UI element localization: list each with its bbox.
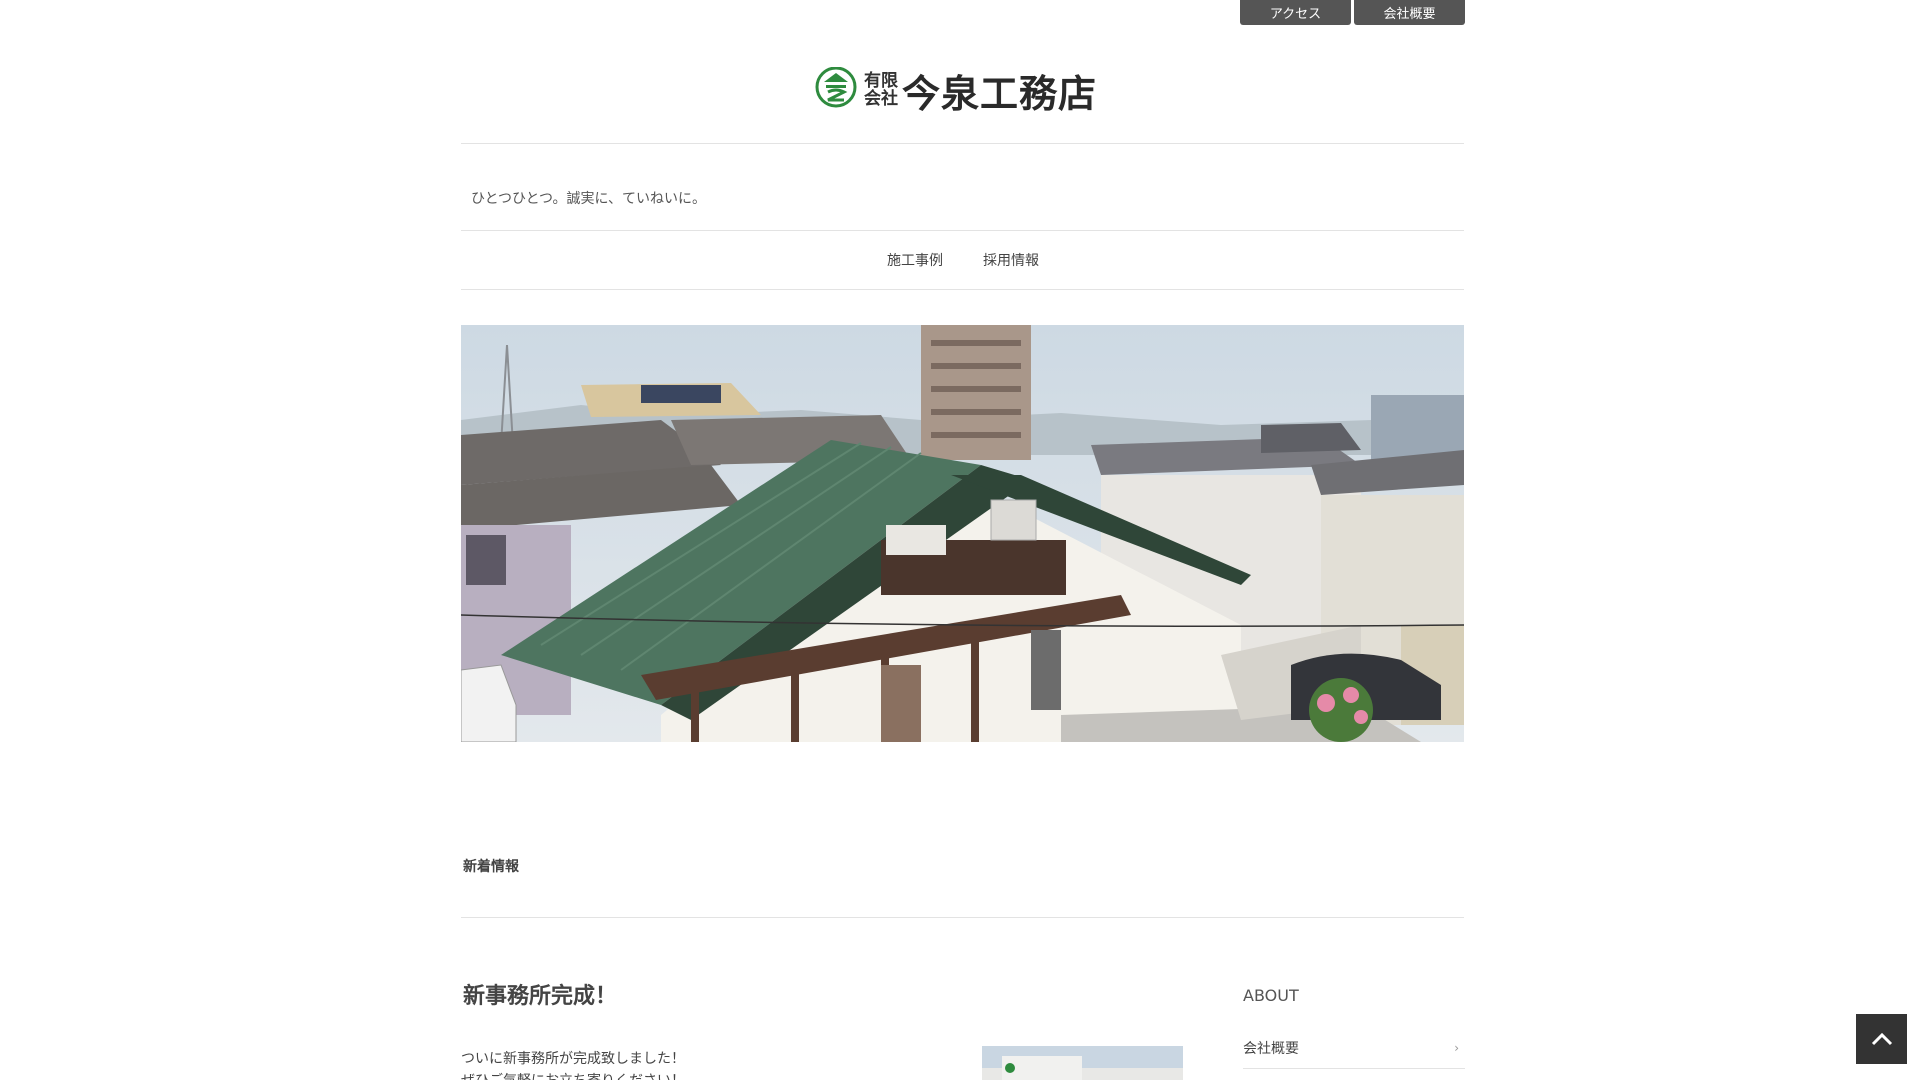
nav-item-works[interactable]: 施工事例 <box>887 250 943 270</box>
news-divider <box>461 917 1464 918</box>
sidebar-item-divider <box>1243 1068 1465 1069</box>
top-utility-nav: アクセス 会社概要 <box>1240 0 1465 25</box>
logo-small-line1: 有限 <box>864 71 898 91</box>
chevron-up-icon <box>1871 1032 1892 1046</box>
nav-item-recruit[interactable]: 採用情報 <box>983 250 1039 270</box>
news-section-title: 新着情報 <box>463 859 519 875</box>
logo-company-type: 有限 会社 <box>864 72 898 108</box>
nav-divider <box>461 289 1464 290</box>
back-to-top-button[interactable] <box>1856 1014 1907 1064</box>
global-nav: 施工事例 採用情報 <box>0 250 1920 270</box>
logo-company-name: 今泉工務店 <box>902 71 1098 116</box>
site-logo[interactable]: 有限 会社 今泉工務店 <box>814 66 1097 116</box>
post-excerpt: ついに新事務所が完成致しました！ ぜひご気軽にお立ち寄りください！ <box>461 1048 685 1080</box>
sidebar-item-label: 会社概要 <box>1243 1041 1299 1057</box>
logo-mark-icon <box>814 66 858 113</box>
post-title[interactable]: 新事務所完成！ <box>463 978 617 1010</box>
sidebar-about-title: ABOUT <box>1243 986 1299 1005</box>
tagline-divider <box>461 230 1464 231</box>
header-divider <box>461 143 1464 144</box>
logo-small-line2: 会社 <box>864 89 898 109</box>
sidebar-item-company-profile[interactable]: 会社概要 › <box>1243 1028 1465 1068</box>
hero-image <box>461 325 1464 742</box>
chevron-right-icon: › <box>1454 1041 1459 1055</box>
company-profile-button[interactable]: 会社概要 <box>1354 0 1465 25</box>
post-line-2: ぜひご気軽にお立ち寄りください！ <box>461 1070 685 1080</box>
site-tagline: ひとつひとつ。誠実に、ていねいに。 <box>471 191 707 207</box>
access-button[interactable]: アクセス <box>1240 0 1351 25</box>
post-thumbnail[interactable] <box>982 1046 1183 1080</box>
post-line-1: ついに新事務所が完成致しました！ <box>461 1051 685 1067</box>
